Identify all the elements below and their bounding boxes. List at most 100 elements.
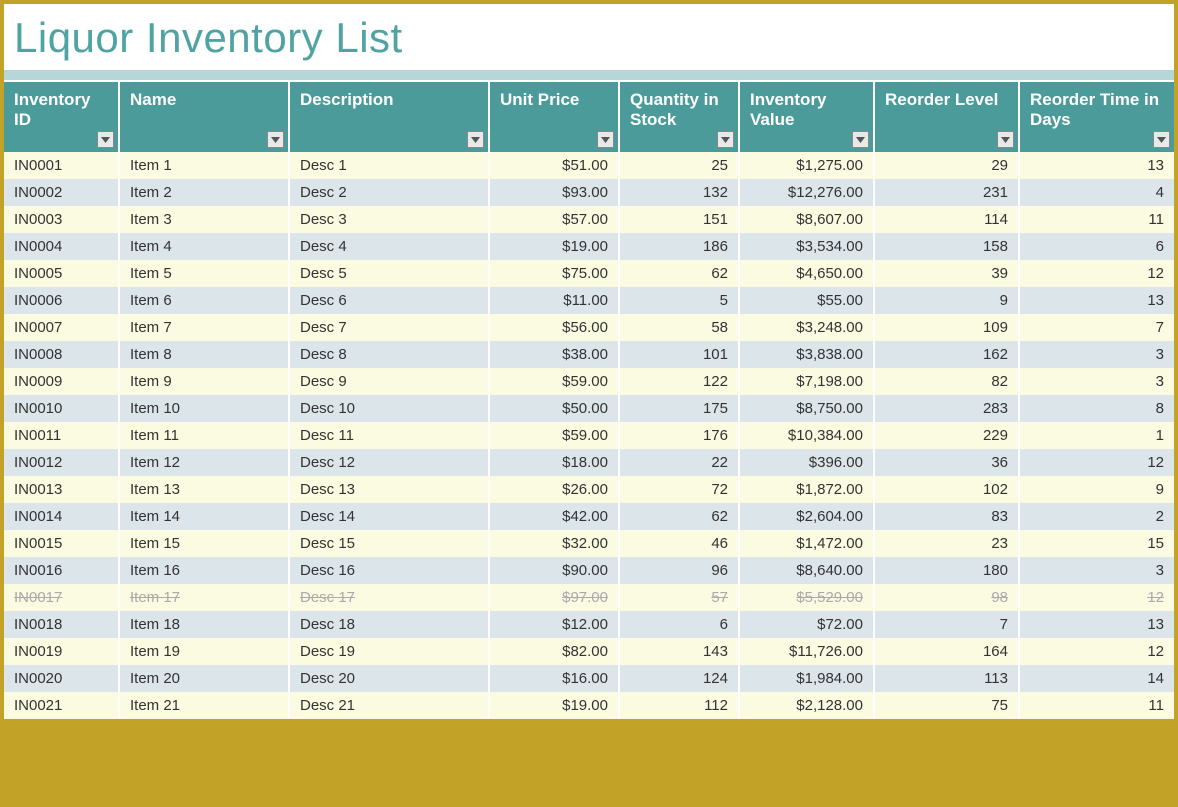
cell-id[interactable]: IN0008 <box>4 341 119 368</box>
cell-desc[interactable]: Desc 9 <box>289 368 489 395</box>
cell-days[interactable]: 12 <box>1019 449 1174 476</box>
cell-val[interactable]: $3,248.00 <box>739 314 874 341</box>
cell-val[interactable]: $1,984.00 <box>739 665 874 692</box>
cell-id[interactable]: IN0004 <box>4 233 119 260</box>
cell-days[interactable]: 11 <box>1019 206 1174 233</box>
cell-price[interactable]: $57.00 <box>489 206 619 233</box>
cell-reord[interactable]: 109 <box>874 314 1019 341</box>
cell-id[interactable]: IN0011 <box>4 422 119 449</box>
cell-price[interactable]: $59.00 <box>489 422 619 449</box>
column-header-reord[interactable]: Reorder Level <box>874 82 1019 152</box>
column-header-name[interactable]: Name <box>119 82 289 152</box>
cell-id[interactable]: IN0002 <box>4 179 119 206</box>
cell-id[interactable]: IN0006 <box>4 287 119 314</box>
cell-reord[interactable]: 283 <box>874 395 1019 422</box>
cell-desc[interactable]: Desc 16 <box>289 557 489 584</box>
cell-desc[interactable]: Desc 21 <box>289 692 489 719</box>
cell-desc[interactable]: Desc 14 <box>289 503 489 530</box>
cell-name[interactable]: Item 15 <box>119 530 289 557</box>
cell-qty[interactable]: 101 <box>619 341 739 368</box>
cell-desc[interactable]: Desc 20 <box>289 665 489 692</box>
cell-val[interactable]: $72.00 <box>739 611 874 638</box>
cell-name[interactable]: Item 9 <box>119 368 289 395</box>
cell-price[interactable]: $12.00 <box>489 611 619 638</box>
cell-val[interactable]: $1,275.00 <box>739 152 874 179</box>
cell-qty[interactable]: 6 <box>619 611 739 638</box>
cell-name[interactable]: Item 11 <box>119 422 289 449</box>
cell-reord[interactable]: 23 <box>874 530 1019 557</box>
cell-reord[interactable]: 180 <box>874 557 1019 584</box>
cell-reord[interactable]: 9 <box>874 287 1019 314</box>
cell-qty[interactable]: 143 <box>619 638 739 665</box>
column-header-days[interactable]: Reorder Time in Days <box>1019 82 1174 152</box>
cell-id[interactable]: IN0017 <box>4 584 119 611</box>
cell-name[interactable]: Item 17 <box>119 584 289 611</box>
cell-desc[interactable]: Desc 19 <box>289 638 489 665</box>
cell-id[interactable]: IN0012 <box>4 449 119 476</box>
cell-price[interactable]: $32.00 <box>489 530 619 557</box>
cell-qty[interactable]: 176 <box>619 422 739 449</box>
cell-qty[interactable]: 112 <box>619 692 739 719</box>
cell-id[interactable]: IN0013 <box>4 476 119 503</box>
cell-qty[interactable]: 5 <box>619 287 739 314</box>
column-header-desc[interactable]: Description <box>289 82 489 152</box>
cell-name[interactable]: Item 20 <box>119 665 289 692</box>
cell-id[interactable]: IN0016 <box>4 557 119 584</box>
cell-days[interactable]: 9 <box>1019 476 1174 503</box>
cell-price[interactable]: $26.00 <box>489 476 619 503</box>
cell-name[interactable]: Item 16 <box>119 557 289 584</box>
cell-id[interactable]: IN0003 <box>4 206 119 233</box>
cell-name[interactable]: Item 5 <box>119 260 289 287</box>
cell-id[interactable]: IN0005 <box>4 260 119 287</box>
cell-id[interactable]: IN0021 <box>4 692 119 719</box>
cell-price[interactable]: $50.00 <box>489 395 619 422</box>
cell-name[interactable]: Item 3 <box>119 206 289 233</box>
table-row[interactable]: IN0012Item 12Desc 12$18.0022$396.003612 <box>4 449 1174 476</box>
cell-days[interactable]: 3 <box>1019 557 1174 584</box>
table-row[interactable]: IN0005Item 5Desc 5$75.0062$4,650.003912 <box>4 260 1174 287</box>
filter-dropdown-icon[interactable] <box>97 131 114 148</box>
cell-price[interactable]: $19.00 <box>489 233 619 260</box>
table-row[interactable]: IN0011Item 11Desc 11$59.00176$10,384.002… <box>4 422 1174 449</box>
cell-name[interactable]: Item 18 <box>119 611 289 638</box>
cell-qty[interactable]: 57 <box>619 584 739 611</box>
table-row[interactable]: IN0010Item 10Desc 10$50.00175$8,750.0028… <box>4 395 1174 422</box>
cell-days[interactable]: 15 <box>1019 530 1174 557</box>
cell-reord[interactable]: 75 <box>874 692 1019 719</box>
cell-name[interactable]: Item 8 <box>119 341 289 368</box>
cell-val[interactable]: $1,472.00 <box>739 530 874 557</box>
cell-desc[interactable]: Desc 3 <box>289 206 489 233</box>
cell-id[interactable]: IN0018 <box>4 611 119 638</box>
cell-days[interactable]: 3 <box>1019 368 1174 395</box>
cell-id[interactable]: IN0007 <box>4 314 119 341</box>
cell-val[interactable]: $396.00 <box>739 449 874 476</box>
cell-val[interactable]: $11,726.00 <box>739 638 874 665</box>
cell-name[interactable]: Item 6 <box>119 287 289 314</box>
cell-reord[interactable]: 102 <box>874 476 1019 503</box>
table-row[interactable]: IN0017Item 17Desc 17$97.0057$5,529.00981… <box>4 584 1174 611</box>
table-row[interactable]: IN0006Item 6Desc 6$11.005$55.00913 <box>4 287 1174 314</box>
filter-dropdown-icon[interactable] <box>717 131 734 148</box>
cell-reord[interactable]: 98 <box>874 584 1019 611</box>
cell-days[interactable]: 4 <box>1019 179 1174 206</box>
cell-name[interactable]: Item 4 <box>119 233 289 260</box>
table-row[interactable]: IN0020Item 20Desc 20$16.00124$1,984.0011… <box>4 665 1174 692</box>
cell-reord[interactable]: 7 <box>874 611 1019 638</box>
cell-reord[interactable]: 39 <box>874 260 1019 287</box>
table-row[interactable]: IN0018Item 18Desc 18$12.006$72.00713 <box>4 611 1174 638</box>
cell-days[interactable]: 3 <box>1019 341 1174 368</box>
cell-qty[interactable]: 186 <box>619 233 739 260</box>
column-header-id[interactable]: Inventory ID <box>4 82 119 152</box>
cell-price[interactable]: $56.00 <box>489 314 619 341</box>
cell-days[interactable]: 13 <box>1019 152 1174 179</box>
table-row[interactable]: IN0019Item 19Desc 19$82.00143$11,726.001… <box>4 638 1174 665</box>
filter-dropdown-icon[interactable] <box>1153 131 1170 148</box>
cell-reord[interactable]: 36 <box>874 449 1019 476</box>
cell-reord[interactable]: 113 <box>874 665 1019 692</box>
cell-qty[interactable]: 62 <box>619 260 739 287</box>
cell-desc[interactable]: Desc 2 <box>289 179 489 206</box>
cell-val[interactable]: $55.00 <box>739 287 874 314</box>
cell-reord[interactable]: 29 <box>874 152 1019 179</box>
table-row[interactable]: IN0013Item 13Desc 13$26.0072$1,872.00102… <box>4 476 1174 503</box>
cell-days[interactable]: 11 <box>1019 692 1174 719</box>
